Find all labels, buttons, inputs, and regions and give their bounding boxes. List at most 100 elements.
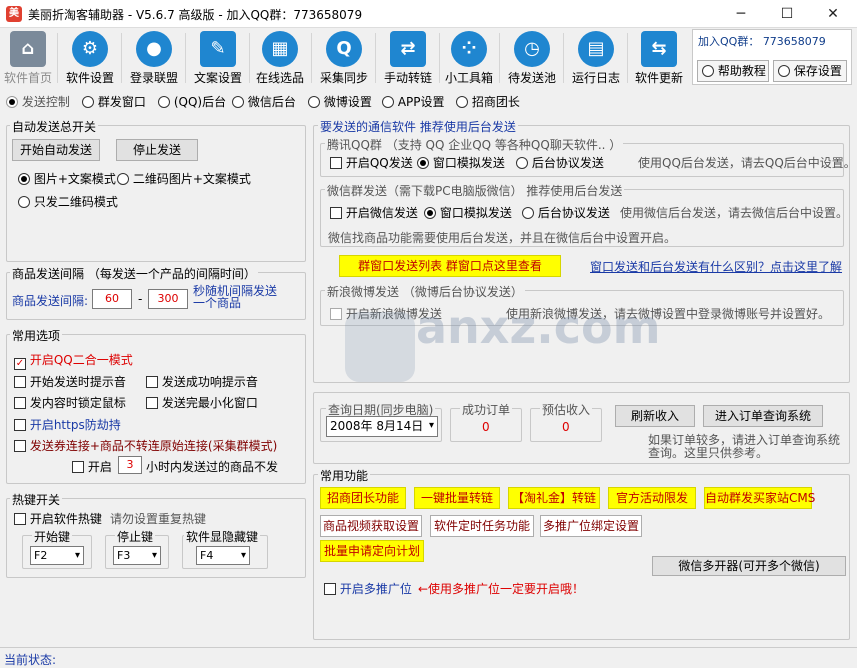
hide-key-label: 软件显隐藏键 [184,528,261,545]
toolbar-label: 待发送池 [507,71,556,85]
lock-mouse-checkbox[interactable]: 发内容时锁定鼠标 [14,394,126,411]
tab-weibo-settings[interactable]: 微博设置 [308,93,372,110]
watermark-logo [345,312,415,382]
toolbox-icon: ⁘ [451,31,487,67]
transfer-icon: ⇄ [390,31,426,67]
save-settings-button[interactable]: 保存设置 [773,60,847,82]
qq-window-send-radio[interactable]: 窗口模拟发送 [417,154,505,171]
tab-wechat-backend[interactable]: 微信后台 [232,93,296,110]
income-value: 0 [562,420,570,434]
merchant-leader-button[interactable]: 招商团长功能 [320,487,406,509]
date-picker[interactable]: 2008年 8月14日 [326,416,438,437]
mode-qr-image-text-radio[interactable]: 二维码图片+文案模式 [117,170,251,187]
toolbar-label: 小工具箱 [444,71,493,85]
window-title: 美丽折淘客辅助器 - V5.6.7 高级版 - 加入QQ群：773658079 [28,8,363,22]
toolbar-update-button[interactable]: ⇆ 软件更新 [630,29,688,87]
qq-two-in-one-checkbox[interactable]: ✓ 开启QQ二合一模式 [14,351,133,370]
scheduled-task-button[interactable]: 软件定时任务功能 [430,515,534,537]
interval-max-input[interactable]: 300 [148,289,188,309]
start-auto-send-button[interactable]: 开始自动发送 [12,139,100,161]
interval-min-input[interactable]: 60 [92,289,132,309]
status-label: 当前状态: [4,653,57,667]
skip-hours-input[interactable]: 3 [118,456,142,474]
toolbar-qq-button[interactable]: Q 采集同步 [314,29,374,87]
refresh-income-button[interactable]: 刷新收入 [615,405,695,427]
mode-image-text-radio[interactable]: 图片+文案模式 [18,170,116,187]
taolijin-convert-button[interactable]: 【淘礼金】转链 [508,487,600,509]
query-note-2: 查询。这里只供参考。 [648,446,769,460]
toolbar-log-button[interactable]: ▤ 运行日志 [566,29,626,87]
batch-directed-plan-button[interactable]: 批量申请定向计划 [320,540,424,562]
tab-group-window[interactable]: 群发窗口 [82,93,146,110]
wechat-window-send-radio[interactable]: 窗口模拟发送 [424,204,512,221]
interval-dash: - [138,292,143,306]
toolbar-home-button[interactable]: ⌂ 软件首页 [0,29,56,87]
app-icon: 美 [6,6,22,22]
toolbar-gear-button[interactable]: ⚙ 软件设置 [60,29,120,87]
batch-convert-button[interactable]: 一键批量转链 [414,487,500,509]
stop-send-button[interactable]: 停止发送 [116,139,198,161]
minimize-button[interactable]: ─ [718,0,764,28]
toolbar-label: 软件首页 [3,71,52,85]
toolbar-document-button[interactable]: ✎ 文案设置 [188,29,248,87]
send-difference-link[interactable]: 窗口发送和后台发送有什么区别？点击这里了解 [590,258,842,275]
start-key-select[interactable]: F2 [30,546,84,565]
wechat-backend-note: 使用微信后台发送，请去微信后台中设置。 [620,206,849,220]
maximize-button[interactable]: ☐ [764,0,810,28]
tab-app-settings[interactable]: APP设置 [382,93,445,110]
home-icon: ⌂ [10,31,46,67]
toolbar-transfer-button[interactable]: ⇄ 手动转链 [378,29,438,87]
tab-qq-backend[interactable]: (QQ)后台 [158,93,226,110]
mode-qr-only-radio[interactable]: 只发二维码模式 [18,193,118,210]
order-query-button[interactable]: 进入订单查询系统 [703,405,823,427]
qq-enable-checkbox[interactable]: 开启QQ发送 [330,154,413,171]
toolbar-toolbox-button[interactable]: ⁘ 小工具箱 [440,29,498,87]
help-tutorial-button[interactable]: 帮助教程 [697,60,769,82]
stop-key-select[interactable]: F3 [113,546,161,565]
toolbar-user-button[interactable]: ● 登录联盟 [124,29,184,87]
watermark-text: anxz.com [416,300,661,354]
wechat-backend-send-radio[interactable]: 后台协议发送 [522,204,610,221]
start-sound-checkbox[interactable]: 开始发送时提示音 [14,373,126,390]
close-button[interactable]: ✕ [810,0,856,28]
interval-label: 商品发送间隔: [12,294,89,308]
hide-key-select[interactable]: F4 [196,546,250,565]
stop-key-label: 停止键 [115,528,156,545]
toolbar-separator [499,33,500,83]
wechat-multi-open-button[interactable]: 微信多开器(可开多个微信) [652,556,846,576]
income-title: 预估收入 [540,401,593,418]
qq-icon: Q [326,31,362,67]
official-limit-button[interactable]: 官方活动限发 [608,487,696,509]
minimize-after-send-checkbox[interactable]: 发送完最小化窗口 [146,394,258,411]
video-fetch-settings-button[interactable]: 商品视频获取设置 [320,515,422,537]
toolbar-clock-button[interactable]: ◷ 待发送池 [502,29,562,87]
common-options-title: 常用选项 [10,327,63,344]
gear-icon: ⚙ [72,31,108,67]
common-functions-title: 常用功能 [318,467,371,484]
toolbar-label: 文案设置 [193,71,242,85]
enable-hotkey-checkbox[interactable]: 开启软件热键 [14,510,102,527]
toolbar-separator [311,33,312,83]
toolbar-label: 登录联盟 [129,71,178,85]
coupon-link-checkbox[interactable]: 发送券连接+商品不转连原始连接(采集群模式) [14,437,277,454]
tab-bar: 发送控制 群发窗口 (QQ)后台 微信后台 微博设置 APP设置 招商团长 [0,89,857,111]
shop-icon: ▦ [262,31,298,67]
tab-send-control[interactable]: 发送控制 [6,93,70,110]
skip-sent-checkbox[interactable]: 开启 [72,458,112,475]
start-key-label: 开始键 [32,528,73,545]
qq-backend-send-radio[interactable]: 后台协议发送 [516,154,604,171]
toolbar-label: 运行日志 [571,71,620,85]
multi-pid-checkbox[interactable]: 开启多推广位 [324,580,412,597]
auto-buyer-cms-button[interactable]: 自动群发买家站CMS [704,487,815,509]
orders-title: 成功订单 [460,401,513,418]
group-window-list-button[interactable]: 群窗口发送列表 群窗口点这里查看 [339,255,561,277]
multi-pid-binding-button[interactable]: 多推广位绑定设置 [540,515,642,537]
toolbar-separator [627,33,628,83]
success-sound-checkbox[interactable]: 发送成功响提示音 [146,373,258,390]
auto-send-title: 自动发送总开关 [10,118,99,135]
wechat-enable-checkbox[interactable]: 开启微信发送 [330,204,418,221]
tab-merchant-leader[interactable]: 招商团长 [456,93,520,110]
https-anti-hijack-checkbox[interactable]: 开启https防劫持 [14,416,121,433]
toolbar-shop-button[interactable]: ▦ 在线选品 [250,29,310,87]
status-bar: 当前状态: [0,647,857,668]
